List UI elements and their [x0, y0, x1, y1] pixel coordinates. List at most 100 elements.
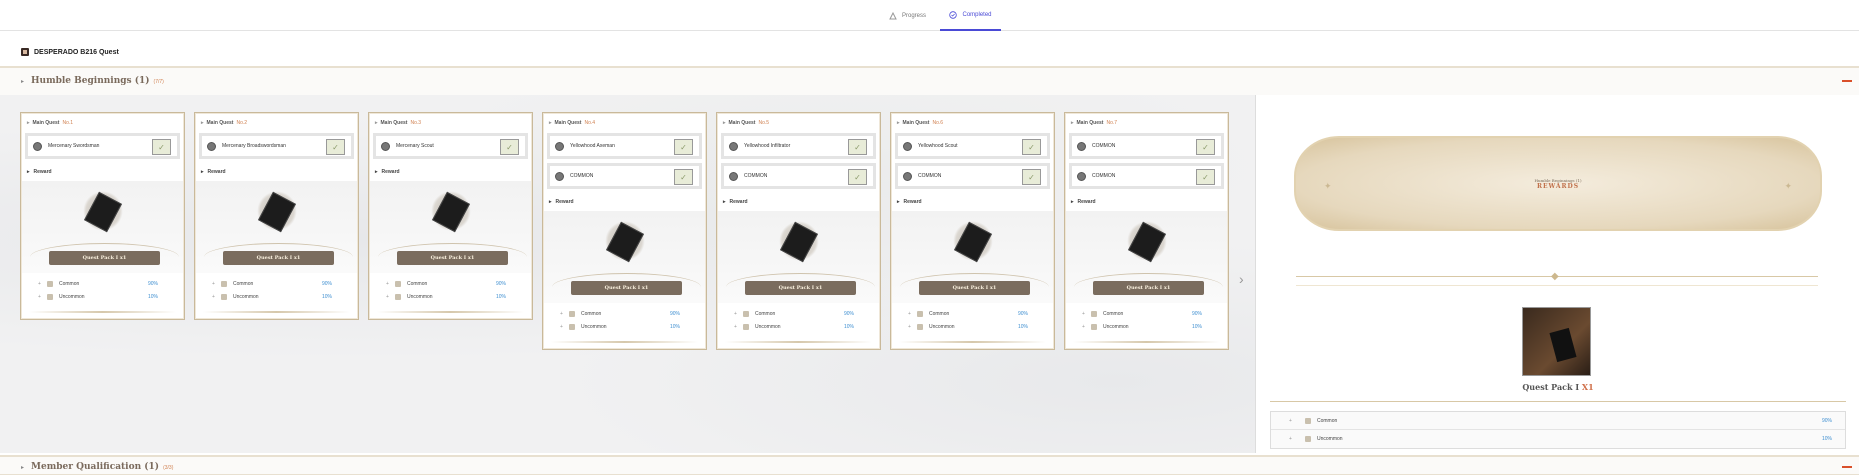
quest-task[interactable]: COMMON ✓ [1069, 133, 1224, 159]
card-thumbnail: ✓ [1022, 169, 1041, 185]
drop-row[interactable]: + Common 90% [1065, 307, 1228, 320]
card-icon [221, 280, 227, 287]
quest-task[interactable]: COMMON ✓ [721, 163, 876, 189]
minus-icon[interactable] [1842, 466, 1852, 468]
drop-percent: 10% [1191, 323, 1202, 330]
quest-task[interactable]: Yellowhood Scout ✓ [895, 133, 1050, 159]
expand-icon[interactable]: + [386, 294, 389, 300]
main-quest-header: ▸ Main Quest No.4 [543, 113, 706, 133]
minus-icon[interactable] [1842, 80, 1852, 82]
quest-card[interactable]: ▸ Main Quest No.6 Yellowhood Scout ✓ COM… [890, 112, 1055, 350]
quest-task[interactable]: Yellowhood Infiltrator ✓ [721, 133, 876, 159]
expand-icon[interactable]: + [734, 324, 737, 330]
card-icon [1091, 310, 1097, 317]
caret-icon: ▸ [21, 78, 25, 85]
expand-icon[interactable]: + [908, 324, 911, 330]
quest-task[interactable]: Mercenary Scout ✓ [373, 133, 528, 159]
drop-row[interactable]: + Uncommon 10% [369, 290, 532, 303]
plaque-ornament-left: ✦ [1324, 181, 1332, 191]
expand-icon[interactable]: + [560, 311, 563, 317]
drop-row[interactable]: + Uncommon 10% [1271, 430, 1845, 448]
drop-name: Uncommon [581, 323, 607, 330]
quest-task[interactable]: Mercenary Broadswordsman ✓ [199, 133, 354, 159]
main-quest-header: ▸ Main Quest No.7 [1065, 113, 1228, 133]
drop-row[interactable]: + Uncommon 10% [891, 320, 1054, 333]
expand-icon[interactable]: + [212, 281, 215, 287]
section-humble-beginnings[interactable]: ▸ Humble Beginnings (1) (7/7) [0, 66, 1859, 96]
expand-icon[interactable]: + [386, 281, 389, 287]
main-quest-header: ▸ Main Quest No.5 [717, 113, 880, 133]
expand-icon[interactable]: + [1082, 324, 1085, 330]
reward-item-image [1522, 307, 1591, 376]
chevron-right-icon[interactable]: › [1239, 271, 1244, 287]
expand-icon[interactable]: + [38, 281, 41, 287]
drop-row[interactable]: + Common 90% [891, 307, 1054, 320]
quest-pack-visual: Quest Pack I x1 [22, 181, 183, 273]
expand-icon[interactable]: + [908, 311, 911, 317]
quest-pack-visual: Quest Pack I x1 [1066, 211, 1227, 303]
drop-list: + Common 90% + Uncommon 10% [717, 303, 880, 335]
quest-card[interactable]: ▸ Main Quest No.1 Mercenary Swordsman ✓ … [20, 112, 185, 320]
drop-name: Uncommon [233, 293, 259, 300]
expand-icon[interactable]: + [212, 294, 215, 300]
expand-icon[interactable]: + [560, 324, 563, 330]
card-thumbnail: ✓ [1022, 139, 1041, 155]
task-name: Mercenary Swordsman [48, 143, 100, 149]
drop-row[interactable]: + Common 90% [21, 277, 184, 290]
divider [1270, 401, 1846, 402]
drop-row[interactable]: + Uncommon 10% [1065, 320, 1228, 333]
drop-name: Common [755, 310, 776, 317]
reward-label: Reward [1077, 199, 1096, 205]
quest-task[interactable]: Yellowhood Axeman ✓ [547, 133, 702, 159]
expand-icon[interactable]: + [1289, 418, 1292, 424]
drop-row[interactable]: + Common 90% [1271, 412, 1845, 430]
tab-progress[interactable]: Progress [889, 0, 929, 31]
pack-banner: Quest Pack I x1 [571, 281, 682, 295]
drop-name: Uncommon [407, 293, 433, 300]
expand-icon[interactable]: + [38, 294, 41, 300]
expand-icon[interactable]: + [1082, 311, 1085, 317]
section-title-text: Member Qualification (1) [31, 462, 160, 472]
tab-completed[interactable]: Completed [940, 0, 1001, 31]
quest-card[interactable]: ▸ Main Quest No.5 Yellowhood Infiltrator… [716, 112, 881, 350]
quest-card[interactable]: ▸ Main Quest No.4 Yellowhood Axeman ✓ CO… [542, 112, 707, 350]
quest-card[interactable]: ▸ Main Quest No.2 Mercenary Broadswordsm… [194, 112, 359, 320]
avatar [33, 141, 42, 151]
card-thumbnail: ✓ [326, 139, 345, 155]
quest-task[interactable]: COMMON ✓ [547, 163, 702, 189]
card-icon [47, 293, 53, 300]
drop-row[interactable]: + Uncommon 10% [21, 290, 184, 303]
drop-row[interactable]: + Common 90% [717, 307, 880, 320]
main-quest-label: Main Quest [728, 120, 756, 126]
drop-row[interactable]: + Uncommon 10% [195, 290, 358, 303]
drop-row[interactable]: + Uncommon 10% [717, 320, 880, 333]
drop-percent: 90% [147, 280, 158, 287]
drop-name: Uncommon [929, 323, 955, 330]
top-nav: Progress Completed [0, 0, 1859, 31]
quest-task[interactable]: Mercenary Swordsman ✓ [25, 133, 180, 159]
task-name: COMMON [918, 173, 942, 179]
main-quest-label: Main Quest [206, 120, 234, 126]
task-name: COMMON [744, 173, 768, 179]
reward-header: ▸ Reward [717, 193, 880, 211]
drop-row[interactable]: + Common 90% [369, 277, 532, 290]
quest-task[interactable]: COMMON ✓ [1069, 163, 1224, 189]
quest-task[interactable]: COMMON ✓ [895, 163, 1050, 189]
drop-row[interactable]: + Common 90% [195, 277, 358, 290]
quest-card[interactable]: ▸ Main Quest No.7 COMMON ✓ COMMON ✓ ▸ Re… [1064, 112, 1229, 350]
drop-name: Common [407, 280, 428, 287]
drop-row[interactable]: + Uncommon 10% [543, 320, 706, 333]
drop-row[interactable]: + Common 90% [543, 307, 706, 320]
avatar [729, 141, 738, 151]
expand-icon[interactable]: + [1289, 436, 1292, 442]
reward-label: Reward [381, 169, 400, 175]
drop-percent: 10% [843, 323, 854, 330]
card-footer-ornament [1073, 341, 1220, 343]
avatar [903, 141, 912, 151]
drop-percent: 90% [843, 310, 854, 317]
quest-card[interactable]: ▸ Main Quest No.3 Mercenary Scout ✓ ▸ Re… [368, 112, 533, 320]
caret-icon: ▸ [723, 120, 726, 126]
expand-icon[interactable]: + [734, 311, 737, 317]
caret-icon: ▸ [549, 199, 552, 205]
section-member-qualification[interactable]: ▸ Member Qualification (1) (3/3) [0, 455, 1859, 475]
